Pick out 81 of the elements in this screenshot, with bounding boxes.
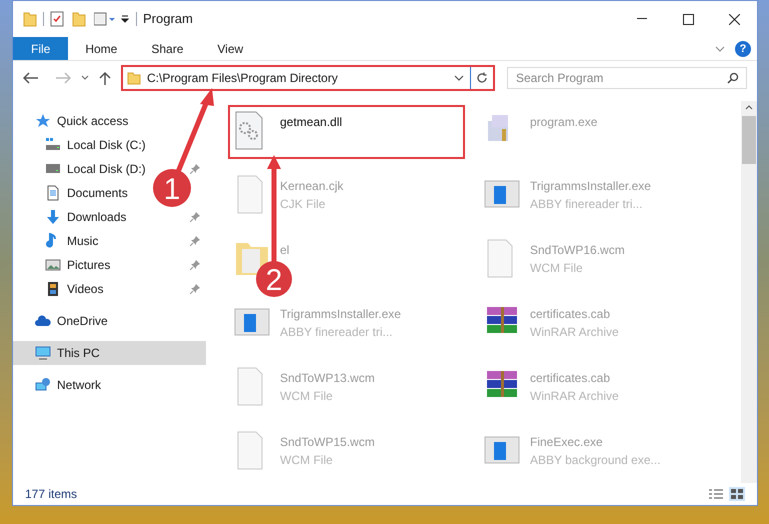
window-title: Program <box>143 10 193 28</box>
navigation-item[interactable]: Network <box>35 376 102 394</box>
customize-toolbar-icon[interactable] <box>94 12 116 26</box>
navigation-item[interactable]: Downloads <box>45 208 126 226</box>
navigation-item[interactable]: Local Disk (D:) <box>45 160 146 178</box>
minimize-icon <box>637 18 647 20</box>
file-name: SndToWP16.wcm <box>530 242 625 259</box>
scroll-thumb[interactable] <box>742 116 756 164</box>
navigation-icon <box>45 281 61 297</box>
navigation-icon <box>45 209 61 225</box>
file-name: SndToWP15.wcm <box>280 434 375 451</box>
scroll-up-icon[interactable] <box>745 105 753 110</box>
ribbon-tab[interactable]: View <box>200 37 260 60</box>
file-name: getmean.dll <box>280 114 342 131</box>
dropdown-icon[interactable] <box>120 14 130 24</box>
tiles-view-icon[interactable] <box>729 487 745 501</box>
item-count: 177 items <box>25 486 78 503</box>
folder-icon <box>127 71 141 85</box>
navigation-item[interactable]: Local Disk (C:) <box>45 136 146 154</box>
new-folder-icon[interactable] <box>72 11 86 27</box>
file-name: TrigrammsInstaller.exe <box>530 178 651 195</box>
file-name: TrigrammsInstaller.exe <box>280 306 401 323</box>
file-name: Kernean.cjk <box>280 178 344 195</box>
navigation-icon <box>45 185 61 201</box>
file-type: WCM File <box>280 452 334 469</box>
recent-locations-icon[interactable] <box>81 75 89 81</box>
file-name: el <box>280 242 290 259</box>
scrollbar[interactable] <box>741 101 757 483</box>
pin-icon[interactable] <box>190 212 200 222</box>
details-view-icon[interactable] <box>709 488 723 500</box>
navigation-item[interactable]: This PC <box>35 344 100 362</box>
dropdown-icon[interactable] <box>454 75 464 81</box>
folder-icon[interactable] <box>23 11 37 27</box>
file-type: ABBY finereader tri... <box>530 196 644 213</box>
navigation-item[interactable]: Pictures <box>45 256 110 274</box>
callout-badge: 1 <box>153 169 191 207</box>
file-type: ABBY finereader tri... <box>280 324 394 341</box>
forward-arrow-icon[interactable] <box>55 72 71 84</box>
file-type: CJK File <box>280 196 326 213</box>
file-name: certificates.cab <box>530 306 612 323</box>
file-type: WinRAR Archive <box>530 324 619 341</box>
ribbon-tab[interactable]: File <box>13 37 68 60</box>
file-name: SndToWP13.wcm <box>280 370 375 387</box>
pin-icon[interactable] <box>190 260 200 270</box>
callout-badge: 2 <box>256 261 292 297</box>
expand-ribbon-icon[interactable] <box>715 46 725 52</box>
address-bar[interactable]: C:\Program Files\Program Directory <box>121 65 495 91</box>
pin-icon[interactable] <box>190 236 200 246</box>
maximize-icon <box>682 14 694 24</box>
file-name: certificates.cab <box>530 370 612 387</box>
search-icon <box>727 72 739 84</box>
selected-navigation-row[interactable]: This PC <box>13 341 206 365</box>
navigation-icon <box>35 345 51 361</box>
navigation-item[interactable]: OneDrive <box>35 312 108 330</box>
search-field[interactable]: Search Program <box>507 67 747 89</box>
properties-icon[interactable] <box>50 11 64 27</box>
file-name: FineExec.exe <box>530 434 604 451</box>
up-arrow-icon[interactable] <box>99 71 111 85</box>
navigation-item[interactable]: Music <box>45 232 98 250</box>
file-name: program.exe <box>530 114 598 131</box>
refresh-icon[interactable] <box>476 72 488 84</box>
navigation-item[interactable]: Quick access <box>35 112 128 130</box>
pin-icon[interactable] <box>190 284 200 294</box>
file-type: WinRAR Archive <box>530 388 619 405</box>
help-button[interactable]: ? <box>735 40 751 56</box>
file-type: WCM File <box>280 388 334 405</box>
navigation-item[interactable]: Videos <box>45 280 104 298</box>
navigation-item[interactable]: Documents <box>45 184 128 202</box>
file-type: ABBY background exe... <box>530 452 661 469</box>
navigation-icon <box>35 313 51 329</box>
address-path: C:\Program Files\Program Directory <box>147 70 338 87</box>
ribbon-tab[interactable]: Home <box>68 37 134 60</box>
pin-icon[interactable] <box>190 164 200 174</box>
navigation-icon <box>45 257 61 273</box>
back-arrow-icon[interactable] <box>23 72 39 84</box>
close-icon <box>728 14 740 24</box>
navigation-icon <box>35 377 51 393</box>
navigation-icon <box>45 137 61 153</box>
ribbon-tab[interactable]: Share <box>134 37 200 60</box>
file-type: WCM File <box>530 260 584 277</box>
navigation-icon <box>35 113 51 129</box>
